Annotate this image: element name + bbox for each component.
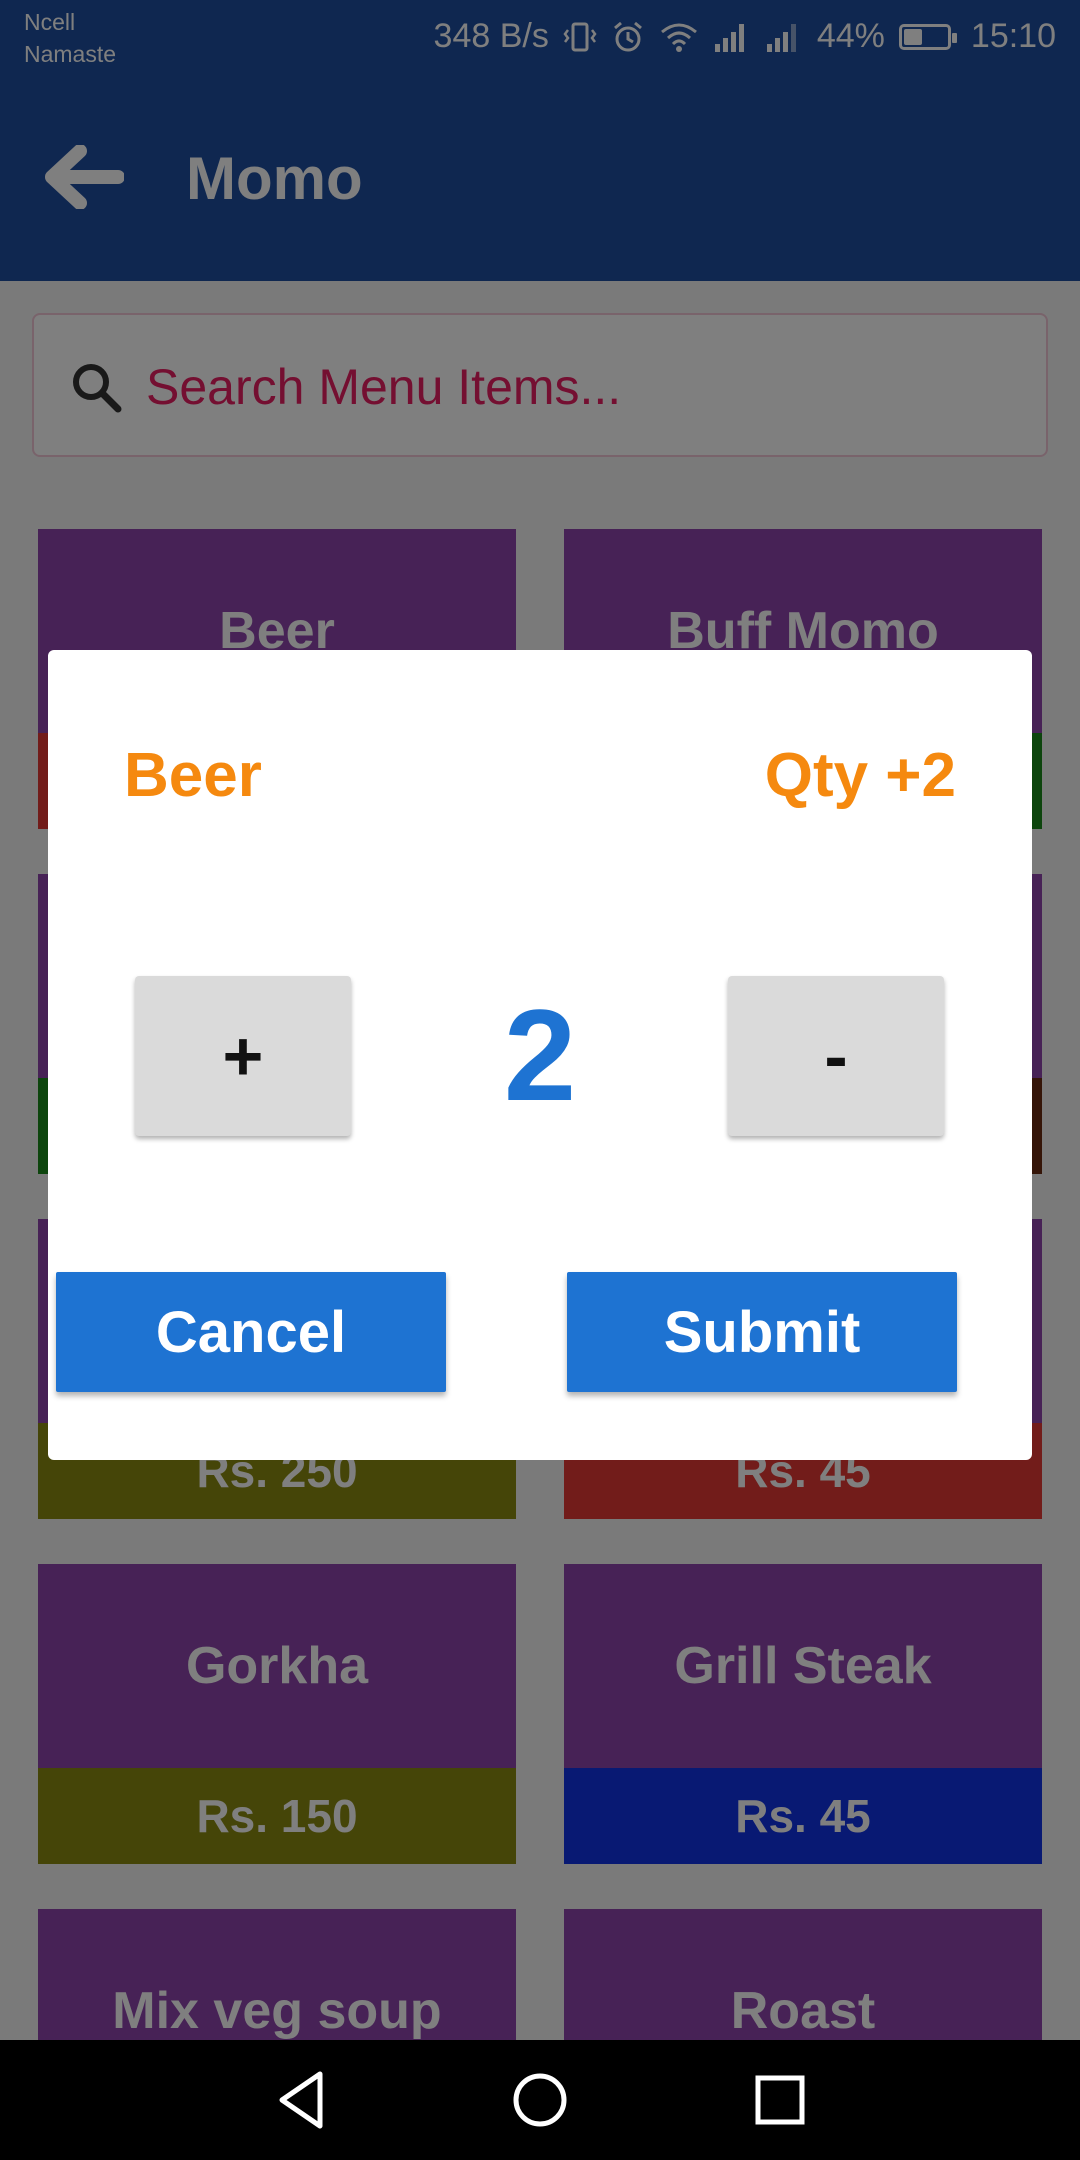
quantity-value: 2	[503, 982, 577, 1128]
recents-square-icon[interactable]	[748, 2068, 812, 2132]
system-nav-bar	[0, 2040, 1080, 2160]
decrement-button[interactable]: -	[728, 976, 944, 1136]
back-triangle-icon[interactable]	[270, 2068, 334, 2132]
dialog-item-name: Beer	[124, 741, 262, 810]
dialog-qty-label: Qty +2	[764, 741, 956, 810]
cancel-button[interactable]: Cancel	[56, 1272, 446, 1392]
home-circle-icon[interactable]	[508, 2068, 572, 2132]
quantity-dialog: Beer Qty +2 + 2 - Cancel Submit	[48, 650, 1032, 1460]
increment-button[interactable]: +	[135, 976, 351, 1136]
submit-button[interactable]: Submit	[567, 1272, 957, 1392]
